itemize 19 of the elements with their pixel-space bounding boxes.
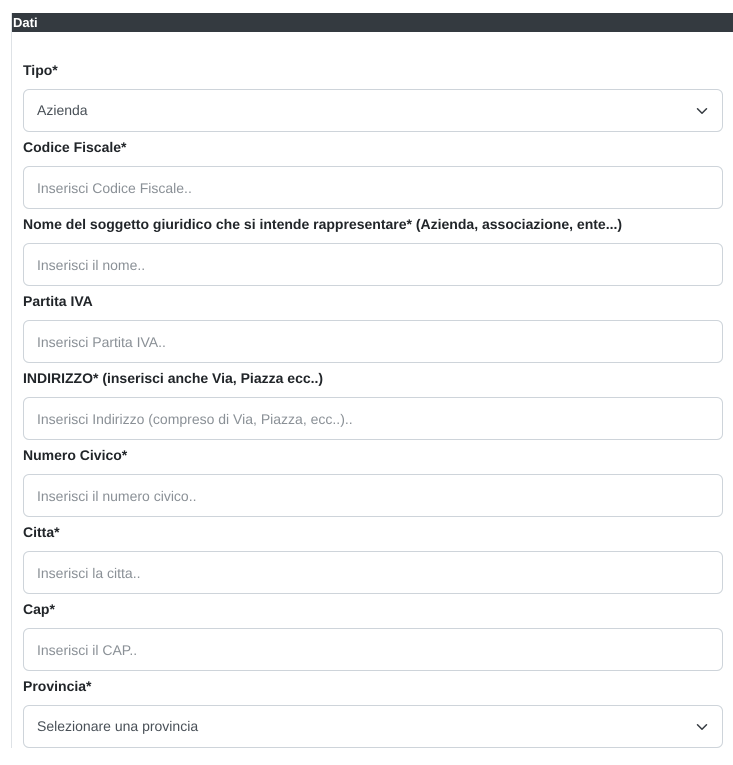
field-label: INDIRIZZO* (inserisci anche Via, Piazza ecc..) — [23, 369, 324, 388]
select-field[interactable]: Azienda — [23, 89, 723, 132]
field-label: Tipo* — [23, 61, 59, 80]
input-field[interactable]: Inserisci il CAP.. — [23, 628, 723, 671]
input-field[interactable]: Inserisci la citta.. — [23, 551, 723, 594]
input-field[interactable]: Inserisci Partita IVA.. — [23, 320, 723, 363]
field-label: Nome del soggetto giuridico che si intende rappresentare* (Azienda, associazione, ente...) — [23, 215, 623, 234]
input-field[interactable]: Inserisci il numero civico.. — [23, 474, 723, 517]
field-label: Citta* — [23, 523, 61, 542]
select-field[interactable]: Selezionare una provincia — [23, 705, 723, 748]
field-label: Partita IVA — [23, 292, 94, 311]
input-field[interactable]: Inserisci Indirizzo (compreso di Via, Piazza, ecc..).. — [23, 397, 723, 440]
input-field[interactable]: Inserisci il nome.. — [23, 243, 723, 286]
field-label: Cap* — [23, 600, 56, 619]
field-label: Codice Fiscale* — [23, 138, 128, 157]
input-field[interactable]: Inserisci Codice Fiscale.. — [23, 166, 723, 209]
field-label: Numero Civico* — [23, 446, 128, 465]
field-label: Provincia* — [23, 677, 92, 696]
panel-title: Dati — [12, 13, 733, 32]
